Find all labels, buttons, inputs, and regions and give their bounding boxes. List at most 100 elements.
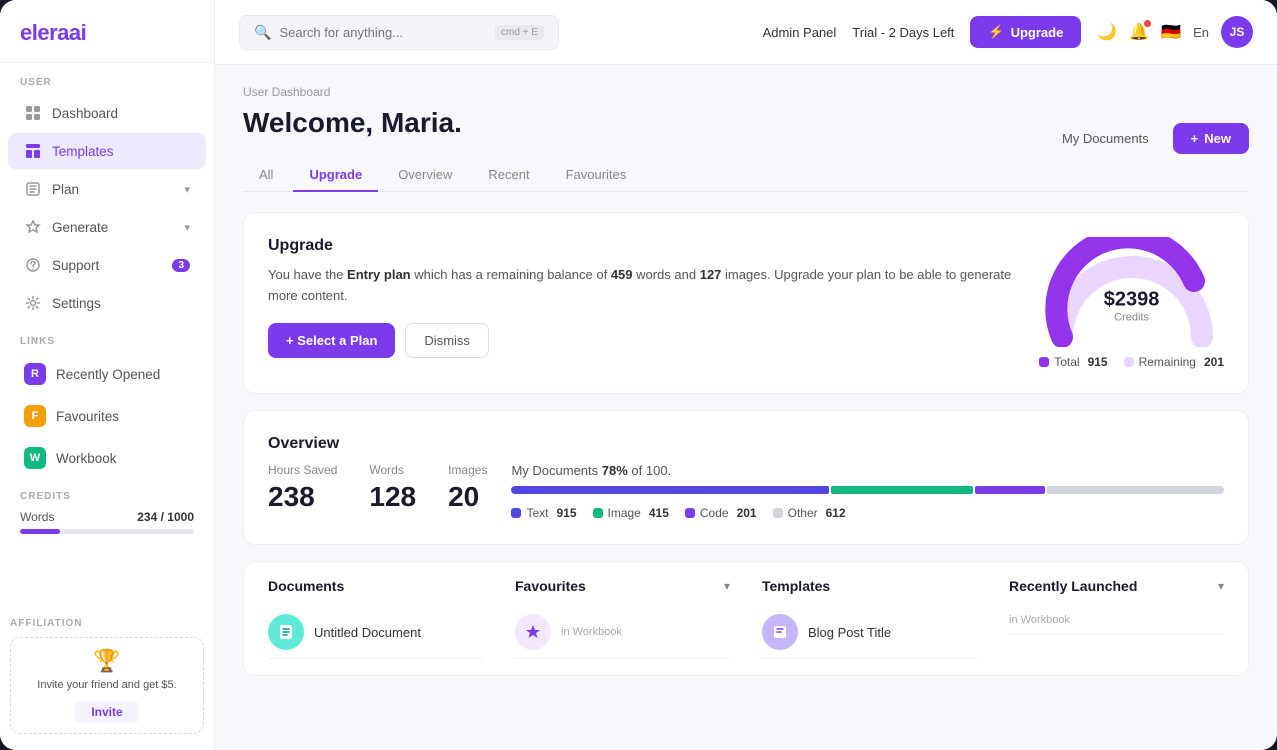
notifications-icon[interactable]: 🔔: [1129, 22, 1149, 42]
chevron-down-icon: ▾: [184, 183, 190, 196]
legend-other: Other 612: [773, 506, 846, 520]
credits-section: CREDITS Words 234 / 1000: [0, 479, 214, 546]
new-button[interactable]: + New: [1173, 123, 1249, 154]
template-name: Blog Post Title: [808, 625, 891, 640]
credits-words-label: Words: [20, 510, 54, 524]
sidebar-item-templates[interactable]: Templates: [8, 133, 206, 169]
search-input[interactable]: [279, 25, 487, 40]
favourites-item[interactable]: in Workbook: [515, 606, 730, 659]
sidebar-item-label: Dashboard: [52, 106, 118, 121]
sidebar-item-label: Recently Opened: [56, 367, 160, 382]
credits-progress-bar: [20, 529, 194, 534]
content-header: Welcome, Maria. My Documents + New: [243, 107, 1249, 155]
upgrade-button[interactable]: ⚡ Upgrade: [970, 16, 1081, 48]
search-icon: 🔍: [254, 24, 271, 41]
sidebar-item-label: Templates: [52, 144, 114, 159]
select-plan-button[interactable]: + Select a Plan: [268, 323, 395, 358]
user-avatar[interactable]: JS: [1221, 16, 1253, 48]
recently-launched-title: Recently Launched: [1009, 578, 1137, 594]
tab-all[interactable]: All: [243, 159, 289, 192]
bar-other: [1047, 486, 1224, 494]
support-icon: [24, 256, 42, 274]
notification-dot: [1144, 20, 1151, 27]
invite-button[interactable]: Invite: [75, 701, 138, 723]
affiliation-section: AFFILIATION 🏆 Invite your friend and get…: [0, 618, 214, 750]
sidebar-item-favourites[interactable]: F Favourites: [8, 396, 206, 436]
tab-favourites[interactable]: Favourites: [550, 159, 643, 192]
language-flag[interactable]: 🇩🇪: [1161, 22, 1181, 42]
legend-text: Text 915: [511, 506, 576, 520]
section-links-label: LINKS: [0, 322, 214, 353]
recently-launched-chevron[interactable]: ▾: [1218, 579, 1224, 593]
page-content: User Dashboard Welcome, Maria. My Docume…: [215, 65, 1277, 750]
template-icon-item: [762, 614, 798, 650]
legend-remaining: Remaining 201: [1124, 355, 1224, 369]
favourites-title: Favourites: [515, 578, 586, 594]
tab-recent[interactable]: Recent: [472, 159, 545, 192]
credits-progress-fill: [20, 529, 60, 534]
donut-chart: $2398 Credits: [1042, 237, 1222, 347]
sidebar: eleraai USER Dashboard Templates Plan ▾: [0, 0, 215, 750]
main-area: 🔍 cmd + E Admin Panel Trial - 2 Days Lef…: [215, 0, 1277, 750]
legend-image: Image 415: [593, 506, 669, 520]
dismiss-button[interactable]: Dismiss: [405, 323, 489, 358]
document-name: Untitled Document: [314, 625, 421, 640]
sidebar-item-plan[interactable]: Plan ▾: [8, 171, 206, 207]
doc-icon-teal: [268, 614, 304, 650]
templates-title: Templates: [762, 578, 830, 594]
logo-area: eleraai: [0, 0, 214, 63]
overview-card: Overview Hours Saved 238 Words 128: [243, 410, 1249, 545]
sidebar-item-dashboard[interactable]: Dashboard: [8, 95, 206, 131]
document-item[interactable]: Untitled Document: [268, 606, 483, 659]
search-box[interactable]: 🔍 cmd + E: [239, 15, 559, 50]
plus-icon: +: [1191, 131, 1199, 146]
recently-launched-sub: in Workbook: [1009, 614, 1070, 626]
affiliation-text: Invite your friend and get $5.: [21, 678, 193, 693]
trial-label: Trial - 2 Days Left: [852, 25, 954, 40]
stacked-bar: [511, 486, 1224, 494]
sidebar-item-label: Generate: [52, 220, 108, 235]
recently-opened-badge: R: [24, 363, 46, 385]
upgrade-card-title: Upgrade: [268, 237, 1015, 255]
donut-value: $2398: [1104, 289, 1160, 312]
bar-image: [831, 486, 972, 494]
sidebar-item-label: Settings: [52, 296, 101, 311]
documents-title: Documents: [268, 578, 344, 594]
sidebar-item-recently-opened[interactable]: R Recently Opened: [8, 354, 206, 394]
donut-label: Credits: [1104, 312, 1160, 324]
breadcrumb: User Dashboard: [243, 85, 1249, 99]
cards-area: Upgrade You have the Entry plan which ha…: [243, 212, 1249, 676]
sidebar-item-label: Favourites: [56, 409, 119, 424]
legend-total-dot: [1039, 357, 1049, 367]
dark-mode-icon[interactable]: 🌙: [1097, 22, 1117, 42]
legend-total: Total 915: [1039, 355, 1107, 369]
admin-panel-link[interactable]: Admin Panel: [763, 25, 837, 40]
gear-icon: [24, 294, 42, 312]
overview-title: Overview: [268, 435, 1224, 453]
language-label[interactable]: En: [1193, 25, 1209, 40]
stat-hours-saved: Hours Saved 238: [268, 463, 337, 520]
search-shortcut: cmd + E: [495, 25, 544, 40]
stat-images: Images 20: [448, 463, 487, 520]
recently-launched-item[interactable]: in Workbook: [1009, 606, 1224, 635]
workbook-badge: W: [24, 447, 46, 469]
donut-legend: Total 915 Remaining 201: [1039, 355, 1224, 369]
tab-upgrade[interactable]: Upgrade: [293, 159, 378, 192]
favourites-chevron[interactable]: ▾: [724, 579, 730, 593]
sidebar-item-support[interactable]: Support 3: [8, 247, 206, 283]
sidebar-item-settings[interactable]: Settings: [8, 285, 206, 321]
docs-header: My Documents 78% of 100.: [511, 463, 1224, 478]
tab-overview[interactable]: Overview: [382, 159, 468, 192]
template-item[interactable]: Blog Post Title: [762, 606, 977, 659]
app-header: 🔍 cmd + E Admin Panel Trial - 2 Days Lef…: [215, 0, 1277, 65]
recently-launched-section: Recently Launched ▾ in Workbook: [1009, 578, 1224, 659]
my-documents-link[interactable]: My Documents: [1062, 131, 1149, 146]
lightning-icon: ⚡: [988, 24, 1004, 40]
bar-text: [511, 486, 829, 494]
template-icon: [24, 142, 42, 160]
sidebar-item-generate[interactable]: Generate ▾: [8, 209, 206, 245]
upgrade-description: You have the Entry plan which has a rema…: [268, 265, 1015, 307]
sidebar-item-label: Workbook: [56, 451, 117, 466]
sidebar-item-workbook[interactable]: W Workbook: [8, 438, 206, 478]
upgrade-card: Upgrade You have the Entry plan which ha…: [243, 212, 1249, 394]
